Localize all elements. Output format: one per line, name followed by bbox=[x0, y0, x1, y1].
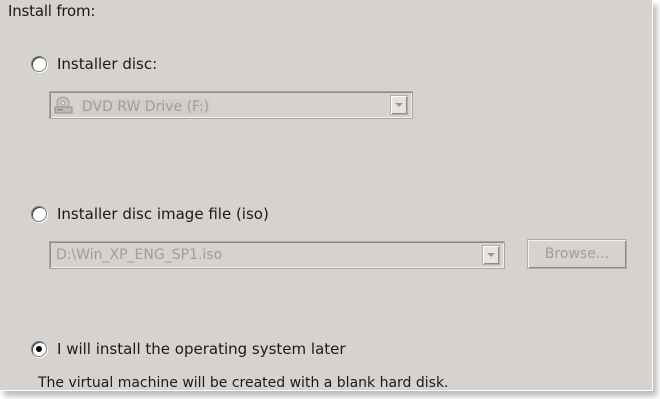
iso-path-value: D:\Win_XP_ENG_SP1.iso bbox=[56, 247, 223, 263]
installer-disc-label: Installer disc: bbox=[57, 55, 158, 73]
installer-iso-label: Installer disc image file (iso) bbox=[57, 205, 269, 223]
browse-button[interactable]: Browse... bbox=[527, 239, 627, 269]
disc-drive-value: DVD RW Drive (F:) bbox=[80, 99, 212, 115]
section-title: Install from: bbox=[8, 2, 96, 20]
chevron-down-icon bbox=[395, 103, 403, 107]
dvd-drive-icon bbox=[54, 96, 74, 118]
iso-path-combo[interactable]: D:\Win_XP_ENG_SP1.iso bbox=[49, 241, 505, 269]
chevron-down-icon bbox=[487, 253, 495, 257]
install-source-panel: Install from: Installer disc: DVD RW Dri… bbox=[0, 0, 653, 391]
iso-path-dropdown-button[interactable] bbox=[482, 245, 500, 265]
install-later-note: The virtual machine will be created with… bbox=[38, 375, 449, 391]
disc-drive-dropdown-button[interactable] bbox=[390, 95, 408, 115]
disc-drive-select[interactable]: DVD RW Drive (F:) bbox=[49, 91, 413, 119]
installer-iso-option[interactable]: Installer disc image file (iso) bbox=[31, 205, 269, 223]
installer-disc-radio[interactable] bbox=[31, 56, 47, 72]
install-later-option[interactable]: I will install the operating system late… bbox=[31, 340, 346, 358]
install-later-label: I will install the operating system late… bbox=[57, 340, 346, 358]
install-later-radio[interactable] bbox=[31, 341, 47, 357]
installer-iso-radio[interactable] bbox=[31, 206, 47, 222]
installer-disc-option[interactable]: Installer disc: bbox=[31, 55, 157, 73]
